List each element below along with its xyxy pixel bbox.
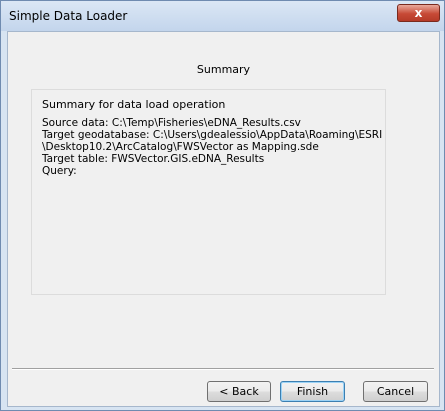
page-title: Summary bbox=[196, 63, 251, 76]
title-bar[interactable]: Simple Data Loader x bbox=[1, 1, 444, 31]
back-button[interactable]: < Back bbox=[207, 381, 271, 402]
summary-query-line: Query: bbox=[42, 165, 77, 177]
finish-button[interactable]: Finish bbox=[280, 381, 345, 402]
close-button[interactable]: x bbox=[397, 4, 440, 22]
summary-text: Source data: C:\Temp\Fisheries\eDNA_Resu… bbox=[42, 117, 382, 177]
wizard-content: Summary Summary for data load operation … bbox=[7, 31, 440, 407]
window-title: Simple Data Loader bbox=[9, 9, 128, 23]
summary-source-line: Source data: C:\Temp\Fisheries\eDNA_Resu… bbox=[42, 117, 301, 129]
summary-panel: Summary for data load operation Source d… bbox=[31, 89, 386, 295]
close-icon: x bbox=[414, 6, 423, 20]
summary-header: Summary for data load operation bbox=[42, 98, 226, 111]
summary-geodatabase-line: Target geodatabase: C:\Users\gdealessio\… bbox=[42, 129, 383, 141]
wizard-window: Simple Data Loader x Summary Summary for… bbox=[0, 0, 445, 411]
summary-geodatabase-path-line: \Desktop10.2\ArcCatalog\FWSVector as Map… bbox=[42, 141, 319, 153]
summary-target-table-line: Target table: FWSVector.GIS.eDNA_Results bbox=[42, 153, 265, 165]
cancel-button[interactable]: Cancel bbox=[363, 381, 428, 402]
button-separator bbox=[12, 368, 434, 370]
